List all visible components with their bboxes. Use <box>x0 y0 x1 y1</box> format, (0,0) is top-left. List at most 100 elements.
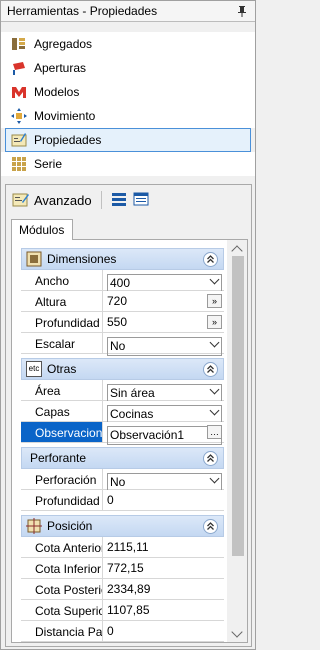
cota-anterior-field[interactable]: 2115,11 <box>103 537 224 557</box>
nav-item-aperturas[interactable]: Aperturas <box>1 56 255 80</box>
dropdown-arrow-icon <box>209 384 220 395</box>
property-value: Cocinas <box>110 407 154 421</box>
section-header-posicion[interactable]: Posición <box>21 515 224 537</box>
collapse-icon[interactable] <box>203 251 218 267</box>
distancia-field[interactable]: 0 <box>103 621 224 641</box>
escalar-dropdown[interactable]: No <box>103 333 224 356</box>
properties-area: Avanzado Módulos Dimensiones Ancho 400 A… <box>5 184 252 647</box>
property-label[interactable]: Observaciones <box>21 422 103 442</box>
vertical-scrollbar[interactable] <box>227 240 247 642</box>
dimensions-icon <box>26 251 42 267</box>
dropdown-arrow-icon <box>209 473 220 484</box>
nav-item-label: Propiedades <box>34 133 102 147</box>
property-row-capas: Capas Cocinas <box>21 401 224 424</box>
section-header-dimensiones[interactable]: Dimensiones <box>21 248 224 270</box>
property-label: Cota Anterior <box>21 537 103 557</box>
nav-item-serie[interactable]: Serie <box>1 152 255 176</box>
altura-field[interactable]: 720 » <box>103 291 224 311</box>
avanzado-label: Avanzado <box>34 192 92 208</box>
observaciones-field[interactable]: Observación1 … <box>103 422 224 445</box>
nav-item-agregados[interactable]: Agregados <box>1 32 255 56</box>
toolbar-separator <box>100 191 102 209</box>
scroll-down-icon[interactable] <box>231 626 243 638</box>
nav-item-label: Movimiento <box>34 109 96 123</box>
dropdown-arrow-icon <box>209 405 220 416</box>
section-header-otras[interactable]: etc Otras <box>21 358 224 380</box>
property-value: 400 <box>110 276 131 290</box>
property-label: Cota Superior <box>21 600 103 620</box>
area-dropdown[interactable]: Sin área <box>103 380 224 403</box>
section-title: Dimensiones <box>47 252 117 266</box>
etc-icon: etc <box>26 361 42 377</box>
section-title: Otras <box>47 362 77 376</box>
scroll-thumb[interactable] <box>232 256 244 556</box>
property-value: 772,15 <box>107 561 144 575</box>
perforacion-dropdown[interactable]: No <box>103 469 224 492</box>
profundidad-perf-field[interactable]: 0 <box>103 490 224 510</box>
pin-icon[interactable] <box>235 4 249 18</box>
properties-icon <box>11 132 27 148</box>
movement-icon <box>11 108 27 124</box>
property-grid: Dimensiones Ancho 400 Altura 720 » Profun… <box>21 248 224 642</box>
nav-item-movimiento[interactable]: Movimiento <box>1 104 255 128</box>
property-row-cota-anterior: Cota Anterior 2115,11 <box>21 537 224 558</box>
property-row-profundidad: Profundidad 550 » <box>21 312 224 333</box>
nav-item-modelos[interactable]: Modelos <box>1 80 255 104</box>
collapse-icon[interactable] <box>203 518 218 534</box>
dropdown-arrow-icon <box>209 337 220 348</box>
property-value: 1107,85 <box>107 603 150 617</box>
property-label: Capas <box>21 401 103 421</box>
property-row-cota-inferior: Cota Inferior 772,15 <box>21 558 224 579</box>
ancho-dropdown[interactable]: 400 <box>103 270 224 293</box>
categorized-icon <box>111 191 127 210</box>
section-title: Posición <box>47 519 93 533</box>
property-value: 550 <box>107 315 128 329</box>
nav-item-propiedades[interactable]: Propiedades <box>5 128 251 152</box>
property-value: Observación1 <box>110 428 185 442</box>
property-row-ancho: Ancho 400 <box>21 270 224 293</box>
tab-page-modulos: Dimensiones Ancho 400 Altura 720 » Profun… <box>11 239 248 643</box>
list-view-button[interactable] <box>130 189 152 211</box>
property-row-profundidad-perf: Profundidad 0 <box>21 490 224 511</box>
nav-item-label: Aperturas <box>34 61 87 75</box>
dropdown-arrow-icon <box>209 274 220 285</box>
property-label: Profundidad <box>21 312 103 332</box>
property-label: Altura <box>21 291 103 311</box>
property-row-distancia: Distancia Par... 0 <box>21 621 224 642</box>
profundidad-field[interactable]: 550 » <box>103 312 224 332</box>
nav-item-label: Modelos <box>34 85 80 99</box>
property-value: 2334,89 <box>107 582 151 596</box>
cota-inferior-field[interactable]: 772,15 <box>103 558 224 578</box>
openings-icon <box>11 60 27 76</box>
collapse-icon[interactable] <box>203 361 218 377</box>
property-label: Área <box>21 380 103 400</box>
advanced-icon <box>12 192 30 208</box>
cota-posterior-field[interactable]: 2334,89 <box>103 579 224 599</box>
avanzado-button[interactable]: Avanzado <box>9 189 95 211</box>
position-icon <box>26 518 42 534</box>
property-row-area: Área Sin área <box>21 380 224 403</box>
property-row-cota-superior: Cota Superior 1107,85 <box>21 600 224 621</box>
expand-button[interactable]: » <box>207 294 222 308</box>
section-header-perforante[interactable]: Perforante <box>21 447 224 469</box>
ellipsis-button[interactable]: … <box>207 425 222 439</box>
property-label: Perforación <box>21 469 103 489</box>
property-row-escalar: Escalar No <box>21 333 224 356</box>
property-label: Cota Inferior <box>21 558 103 578</box>
collapse-icon[interactable] <box>203 450 218 466</box>
cota-superior-field[interactable]: 1107,85 <box>103 600 224 620</box>
property-label: Ancho <box>21 270 103 290</box>
categorized-view-button[interactable] <box>108 189 130 211</box>
properties-panel: Herramientas - Propiedades Agregados Ape… <box>0 0 256 650</box>
section-title: Perforante <box>30 451 87 465</box>
properties-toolbar: Avanzado <box>6 185 251 215</box>
property-value: 0 <box>107 493 114 507</box>
nav-item-label: Serie <box>34 157 63 171</box>
property-label: Escalar <box>21 333 103 353</box>
tab-modulos[interactable]: Módulos <box>11 219 73 240</box>
expand-button[interactable]: » <box>207 315 222 329</box>
scroll-up-icon[interactable] <box>231 245 243 257</box>
capas-dropdown[interactable]: Cocinas <box>103 401 224 424</box>
property-row-perforacion: Perforación No <box>21 469 224 492</box>
property-value: 720 <box>107 294 128 308</box>
